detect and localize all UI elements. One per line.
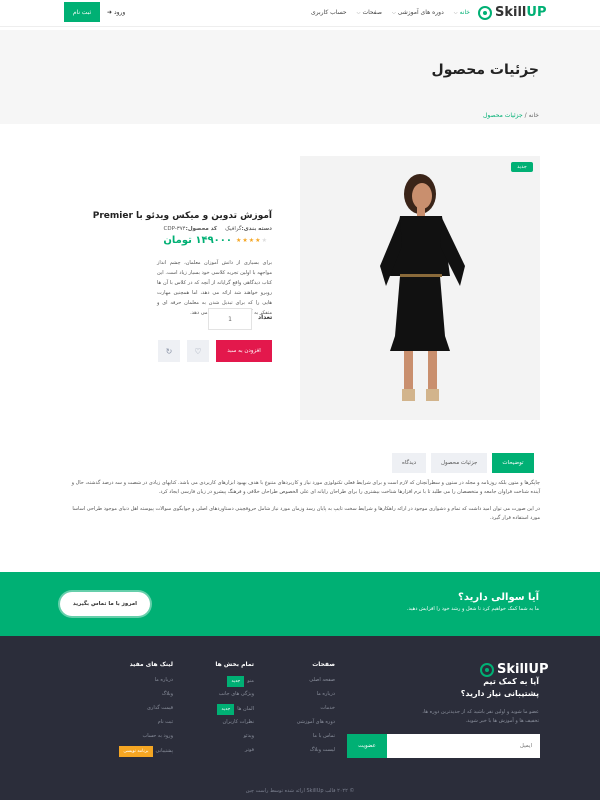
new-badge: جدید (511, 162, 533, 172)
tab-description[interactable]: توضیحات (492, 453, 534, 473)
nav-item-pages[interactable]: صفحات⌵ (357, 9, 382, 16)
product-code: کد محصول:CDP-۳۷۴ (163, 226, 218, 232)
logo[interactable]: SkillUP (478, 5, 546, 20)
footer-link[interactable]: خدمات (275, 704, 335, 718)
footer-link[interactable]: ویژگی های جانب (194, 690, 254, 704)
copyright: © ۲۰۲۲ قالب SkillUp ارائه شده توسط راست … (245, 788, 355, 794)
heart-icon: ♡ (194, 346, 202, 356)
login-link[interactable]: ➜ ورود (107, 9, 125, 16)
nav-item-account[interactable]: حساب کاربری (311, 9, 347, 16)
footer-link[interactable]: فوتر (194, 746, 254, 760)
chevron-down-icon: ⌵ (453, 10, 458, 16)
tab-paragraph: چاپگرها و متون بلکه روزنامه و مجله در ست… (71, 480, 540, 495)
cta-subtitle: ما به شما کمک خواهیم کرد تا شغل و رشد خو… (406, 606, 539, 612)
signup-button[interactable]: ثبت نام (64, 2, 100, 22)
tab-paragraph: در این صورت می توان امید داشت که تمام و … (72, 506, 540, 521)
footer-heading: آیا به کمک تیم پشتیبانی نیاز دارید؟ (460, 677, 539, 698)
cta-banner: آیا سوالی دارید؟ ما به شما کمک خواهیم کر… (0, 572, 600, 636)
footer-link[interactable]: درباره ما (103, 676, 173, 690)
product-meta: دسته بندی:گرافیک کد محصول:CDP-۳۷۴ (164, 226, 273, 232)
footer-subtext: عضو ما شوید و اولین نفر باشید که از جدید… (422, 709, 539, 724)
breadcrumb-separator: / (524, 112, 527, 119)
contact-us-button[interactable]: امروز با ما تماس بگیرید (60, 592, 150, 616)
product-photo (380, 174, 465, 401)
footer-col-title: صفحات (312, 661, 335, 668)
login-icon: ➜ (107, 9, 113, 16)
chevron-down-icon: ⌵ (356, 10, 361, 16)
product-category: دسته بندی:گرافیک (225, 226, 272, 232)
tab-content: چاپگرها و متون بلکه روزنامه و مجله در ست… (61, 479, 540, 531)
nav-item-home[interactable]: خانه⌵ (454, 9, 470, 16)
quantity-input[interactable] (208, 308, 252, 330)
new-tag: جدید (217, 704, 235, 715)
footer-col-title: تمام بخش ها (215, 661, 254, 668)
quantity-label: تعداد (258, 314, 273, 321)
breadcrumb-current: جزئیات محصول (483, 112, 523, 119)
footer-link[interactable]: ثبت نام (103, 718, 173, 732)
footer-link[interactable]: منوجدید (194, 676, 254, 690)
add-to-cart-button[interactable]: افزودن به سبد (216, 340, 272, 362)
logo-text: SkillUP (497, 662, 549, 677)
logo-icon (480, 662, 494, 677)
tab-details[interactable]: جزئیات محصول (431, 453, 488, 473)
footer-link[interactable]: دوره های آموزشی (275, 718, 335, 732)
rating-stars: ★★★★★ (236, 237, 268, 244)
email-field[interactable] (386, 734, 540, 758)
footer-link[interactable]: المان هاجدید (194, 704, 254, 718)
subscribe-button[interactable]: عضویت (347, 734, 387, 758)
footer-link[interactable]: ویدئو (194, 732, 254, 746)
breadcrumb: خانه / جزئیات محصول (483, 112, 539, 119)
star-icon: ★ (261, 237, 268, 244)
footer-link[interactable]: صفحه اصلی (275, 676, 335, 690)
site-footer: SkillUP آیا به کمک تیم پشتیبانی نیاز دار… (0, 636, 600, 800)
footer-link[interactable]: وبلاگ (103, 690, 173, 704)
footer-col-pages: صفحات صفحه اصلی درباره ما خدمات دوره های… (275, 661, 335, 760)
footer-link[interactable]: پشتیبانیبرنامه نویسی (103, 746, 173, 760)
footer-link[interactable]: تماس با ما (275, 732, 335, 746)
logo-icon (478, 5, 492, 20)
refresh-icon: ↻ (165, 346, 173, 356)
product-image (300, 156, 540, 420)
footer-col-sections: تمام بخش ها منوجدید ویژگی های جانب المان… (194, 661, 254, 760)
logo-text: SkillUP (495, 5, 547, 20)
footer-link[interactable]: قیمت گذاری (103, 704, 173, 718)
new-tag: جدید (227, 676, 245, 687)
footer-logo[interactable]: SkillUP (480, 662, 548, 677)
footer-link[interactable]: نظرات کاربران (194, 718, 254, 732)
product-tabs: توضیحات جزئیات محصول دیدگاه (392, 453, 534, 473)
footer-link[interactable]: لیست وبلاگ (275, 746, 335, 760)
programming-tag: برنامه نویسی (119, 746, 153, 757)
tab-reviews[interactable]: دیدگاه (392, 453, 427, 473)
main-nav: خانه⌵ دوره های آموزشی⌵ صفحات⌵ حساب کاربر… (311, 9, 470, 16)
wishlist-button[interactable]: ♡ (187, 340, 209, 362)
breadcrumb-home[interactable]: خانه (529, 112, 539, 119)
footer-link[interactable]: درباره ما (275, 690, 335, 704)
cta-title: آیا سوالی دارید؟ (458, 592, 539, 603)
chevron-down-icon: ⌵ (391, 10, 396, 16)
page-title-banner: جزئیات محصول خانه / جزئیات محصول (0, 30, 600, 124)
footer-col-title: لینک های مفید (129, 661, 173, 668)
product-price: ۱۴۹۰۰۰ تومان (163, 235, 232, 246)
nav-item-courses[interactable]: دوره های آموزشی⌵ (392, 9, 444, 16)
footer-col-links: لینک های مفید درباره ما وبلاگ قیمت گذاری… (103, 661, 173, 760)
site-header: SkillUP خانه⌵ دوره های آموزشی⌵ صفحات⌵ حس… (0, 0, 600, 27)
compare-button[interactable]: ↻ (158, 340, 180, 362)
product-title: آموزش تدوین و میکس ویدئو با Premier (92, 211, 272, 221)
footer-link[interactable]: ورود به حساب (103, 732, 173, 746)
page-title: جزئیات محصول (431, 62, 539, 78)
